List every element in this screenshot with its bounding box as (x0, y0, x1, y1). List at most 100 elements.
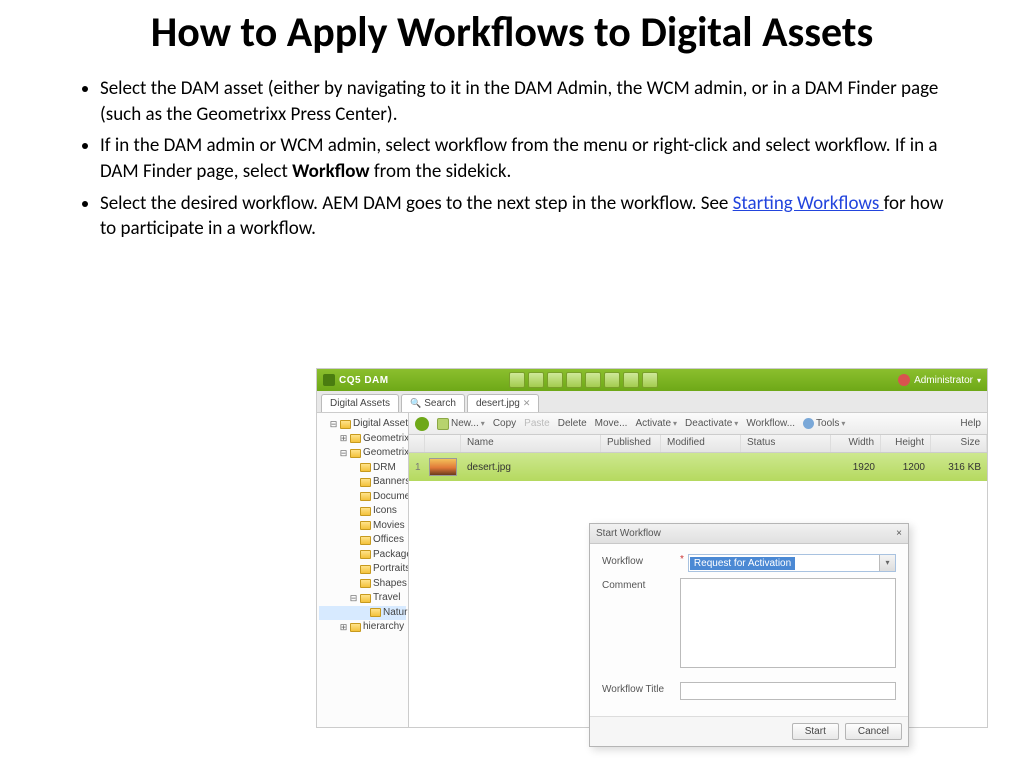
tab-digital-assets[interactable]: Digital Assets (321, 394, 399, 412)
new-icon (437, 418, 449, 430)
col-width[interactable]: Width (831, 435, 881, 452)
tree-node[interactable]: Documents (319, 490, 406, 505)
topbar-icon[interactable] (585, 372, 601, 388)
start-button[interactable]: Start (792, 723, 839, 740)
tree-label: Digital Assets (353, 417, 409, 432)
bullet-item: Select the DAM asset (either by navigati… (100, 76, 954, 127)
tab-label: Search (424, 398, 456, 409)
col-height[interactable]: Height (881, 435, 931, 452)
dialog-title: Start Workflow (596, 528, 661, 539)
topbar-icon[interactable] (604, 372, 620, 388)
tree-node[interactable]: ⊞Geometrixx Outdoors (319, 432, 406, 447)
expand-icon[interactable]: ⊞ (339, 432, 348, 445)
workflow-title-label: Workflow Title (602, 682, 680, 700)
activate-button[interactable]: Activate▾ (635, 418, 677, 429)
bullet-item: Select the desired workflow. AEM DAM goe… (100, 191, 954, 242)
copy-button[interactable]: Copy (493, 418, 516, 429)
folder-icon (360, 478, 371, 487)
topbar-icon[interactable] (566, 372, 582, 388)
col-modified[interactable]: Modified (661, 435, 741, 452)
starting-workflows-link[interactable]: Starting Workflows (733, 192, 884, 215)
tree-label: Offices (373, 533, 404, 548)
move-button[interactable]: Move... (595, 418, 628, 429)
tree-node[interactable]: ⊟ Digital Assets (319, 417, 406, 432)
btn-label: Activate (635, 418, 671, 429)
btn-label: Tools (816, 418, 839, 429)
close-icon[interactable]: ✕ (523, 398, 531, 409)
text-bold: Workflow (292, 160, 369, 183)
main-panel: New...▾ Copy Paste Delete Move... Activa… (409, 413, 987, 727)
tree-node[interactable]: ⊞hierarchy (319, 620, 406, 635)
col-name[interactable]: Name (461, 435, 601, 452)
tree-node-selected[interactable]: Nature (319, 606, 406, 621)
tree-node[interactable]: ⊟ Travel (319, 591, 406, 606)
chevron-down-icon[interactable]: ▾ (879, 555, 895, 571)
tree-label: Travel (373, 591, 400, 606)
workflow-button[interactable]: Workflow... (746, 418, 795, 429)
tree-label: Icons (373, 504, 397, 519)
folder-icon (360, 594, 371, 603)
screenshot-window: CQ5 DAM Administrator ▾ Digital Assets 🔍… (316, 368, 988, 728)
bullet-list: Select the DAM asset (either by navigati… (0, 76, 1024, 242)
tree-node[interactable]: Icons (319, 504, 406, 519)
tab-file[interactable]: desert.jpg✕ (467, 394, 539, 412)
paste-button: Paste (524, 418, 550, 429)
col-size[interactable]: Size (931, 435, 987, 452)
tree-node[interactable]: Portraits (319, 562, 406, 577)
help-button[interactable]: Help (960, 418, 981, 429)
collapse-icon[interactable]: ⊟ (339, 447, 348, 460)
comment-textarea[interactable] (680, 578, 896, 668)
folder-icon (360, 565, 371, 574)
chevron-down-icon: ▾ (977, 376, 981, 385)
tab-search[interactable]: 🔍Search (401, 394, 465, 412)
tools-button[interactable]: Tools▾ (803, 418, 845, 429)
topbar-icon[interactable] (623, 372, 639, 388)
comment-label: Comment (602, 578, 680, 668)
row-number: 1 (409, 462, 425, 473)
app-logo-icon (323, 374, 335, 386)
chevron-down-icon: ▾ (673, 419, 677, 428)
tree-node[interactable]: Shapes (319, 577, 406, 592)
cell-width: 1920 (831, 462, 881, 473)
topbar-icon[interactable] (642, 372, 658, 388)
cancel-button[interactable]: Cancel (845, 723, 902, 740)
page-title: How to Apply Workflows to Digital Assets (0, 0, 1024, 76)
collapse-icon[interactable]: ⊟ (349, 592, 358, 605)
tree-node[interactable]: Movies (319, 519, 406, 534)
workflow-title-input[interactable] (680, 682, 896, 700)
folder-icon (360, 521, 371, 530)
refresh-icon[interactable] (415, 417, 429, 431)
cell-height: 1200 (881, 462, 931, 473)
deactivate-button[interactable]: Deactivate▾ (685, 418, 738, 429)
new-button[interactable]: New...▾ (437, 418, 485, 430)
dialog-titlebar[interactable]: Start Workflow × (590, 524, 908, 544)
tree-node[interactable]: Package Shots (319, 548, 406, 563)
col-published[interactable]: Published (601, 435, 661, 452)
thumbnail (429, 458, 457, 476)
folder-icon (360, 463, 371, 472)
delete-button[interactable]: Delete (558, 418, 587, 429)
tree-node[interactable]: DRM (319, 461, 406, 476)
tree-node[interactable]: Offices (319, 533, 406, 548)
tree-label: Portraits (373, 562, 409, 577)
start-workflow-dialog: Start Workflow × Workflow * Request for … (589, 523, 909, 747)
btn-label: Deactivate (685, 418, 732, 429)
expand-icon[interactable]: ⊞ (339, 621, 348, 634)
tree-label: Package Shots (373, 548, 409, 563)
collapse-icon[interactable]: ⊟ (329, 418, 338, 431)
tree-label: Documents (373, 490, 409, 505)
tree-label: Banners (373, 475, 409, 490)
workflow-combo[interactable]: Request for Activation ▾ (688, 554, 896, 572)
topbar-icon[interactable] (528, 372, 544, 388)
col-status[interactable]: Status (741, 435, 831, 452)
admin-menu[interactable]: Administrator ▾ (898, 374, 981, 386)
topbar-icon[interactable] (547, 372, 563, 388)
tree-node[interactable]: Banners (319, 475, 406, 490)
chevron-down-icon: ▾ (841, 419, 845, 428)
folder-icon (360, 536, 371, 545)
topbar-icon[interactable] (509, 372, 525, 388)
tree-node[interactable]: ⊟Geometrixx (319, 446, 406, 461)
tab-bar: Digital Assets 🔍Search desert.jpg✕ (317, 391, 987, 413)
close-icon[interactable]: × (896, 528, 902, 539)
table-row[interactable]: 1 desert.jpg 1920 1200 316 KB (409, 453, 987, 481)
